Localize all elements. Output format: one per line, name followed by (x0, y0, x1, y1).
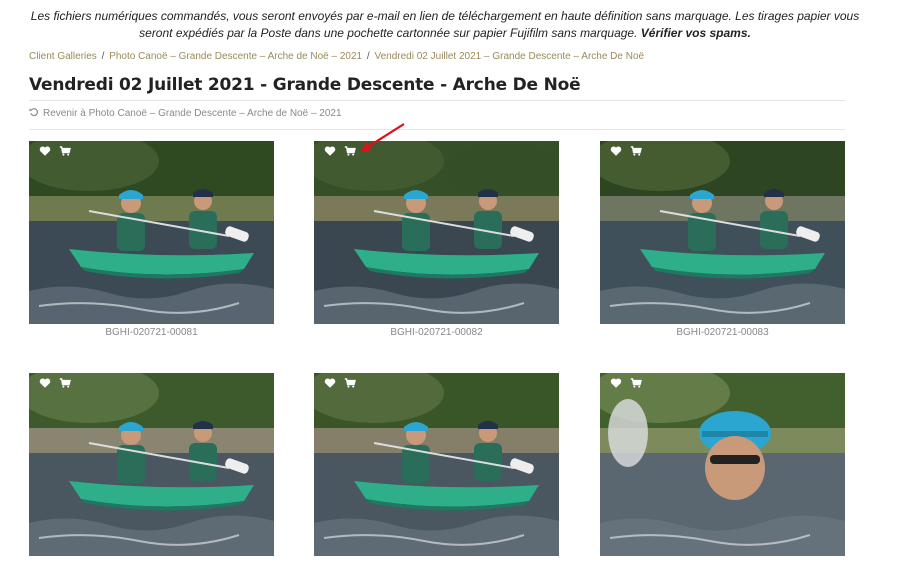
cart-icon[interactable] (344, 145, 356, 157)
photo-actions (610, 145, 642, 157)
photo-card[interactable]: BGHI-020721-00081 (29, 141, 274, 341)
photo-card[interactable]: BGHI-020721-00083 (600, 141, 845, 341)
page-title: Vendredi 02 Juillet 2021 - Grande Descen… (29, 75, 581, 95)
breadcrumb-item-client-galleries[interactable]: Client Galleries (29, 51, 97, 62)
photo-thumbnail[interactable] (29, 141, 274, 324)
heart-icon[interactable] (39, 377, 51, 389)
undo-arrow-icon (29, 107, 39, 120)
breadcrumb-separator: / (101, 51, 105, 62)
photo-actions (324, 377, 356, 389)
divider (29, 129, 845, 130)
photo-caption (600, 559, 845, 573)
notice-spam-warning: Vérifier vos spams. (640, 26, 751, 40)
photo-card[interactable]: BGHI-020721-00082 (314, 141, 559, 341)
annotation-arrow-icon (360, 123, 405, 152)
cart-icon[interactable] (344, 377, 356, 389)
cart-icon[interactable] (59, 145, 71, 157)
photo-thumbnail[interactable] (314, 141, 559, 324)
breadcrumb-item-gallery[interactable]: Photo Canoë – Grande Descente – Arche de… (109, 51, 362, 62)
photo-card[interactable] (314, 373, 559, 573)
photo-caption: BGHI-020721-00081 (105, 327, 198, 338)
photo-thumbnail[interactable] (314, 373, 559, 556)
photo-actions (39, 377, 71, 389)
divider (29, 100, 845, 101)
photo-caption: BGHI-020721-00083 (676, 327, 769, 338)
breadcrumb: Client Galleries / Photo Canoë – Grande … (29, 51, 644, 62)
cart-icon[interactable] (630, 145, 642, 157)
back-link[interactable]: Revenir à Photo Canoë – Grande Descente … (29, 107, 342, 120)
photo-card[interactable] (600, 373, 845, 573)
heart-icon[interactable] (324, 145, 336, 157)
back-link-label: Revenir à Photo Canoë – Grande Descente … (43, 108, 342, 119)
photo-actions (610, 377, 642, 389)
heart-icon[interactable] (39, 145, 51, 157)
breadcrumb-separator: / (366, 51, 370, 62)
photo-caption (314, 559, 559, 573)
photo-caption (29, 559, 274, 573)
delivery-notice: Les fichiers numériques commandés, vous … (20, 8, 870, 42)
breadcrumb-item-current[interactable]: Vendredi 02 Juillet 2021 – Grande Descen… (374, 51, 644, 62)
photo-actions (39, 145, 71, 157)
photo-caption: BGHI-020721-00082 (390, 327, 483, 338)
cart-icon[interactable] (59, 377, 71, 389)
photo-actions (324, 145, 356, 157)
heart-icon[interactable] (610, 377, 622, 389)
photo-thumbnail[interactable] (29, 373, 274, 556)
photo-card[interactable] (29, 373, 274, 573)
photo-thumbnail[interactable] (600, 141, 845, 324)
photo-thumbnail[interactable] (600, 373, 845, 556)
heart-icon[interactable] (610, 145, 622, 157)
heart-icon[interactable] (324, 377, 336, 389)
cart-icon[interactable] (630, 377, 642, 389)
